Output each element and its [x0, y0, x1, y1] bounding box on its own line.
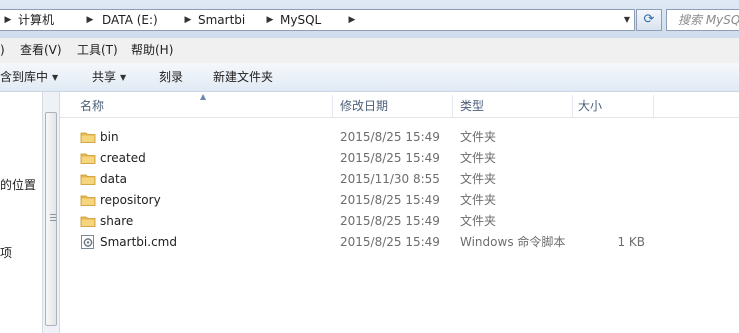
menu-item-view[interactable]: 查看(V) [20, 42, 62, 59]
grip-icon [50, 220, 56, 221]
address-history-dropdown-icon[interactable]: ▼ [620, 10, 634, 30]
refresh-icon: ⟳ [643, 12, 655, 27]
include-in-library-label: 含到库中 [0, 70, 49, 84]
file-row[interactable]: created 2015/8/25 15:49 文件夹 [60, 148, 739, 168]
nav-item-partial[interactable]: 项 [0, 245, 12, 261]
grip-icon [50, 217, 56, 218]
file-row[interactable]: repository 2015/8/25 15:49 文件夹 [60, 190, 739, 210]
address-bar[interactable]: ▶ 计算机 ▶ DATA (E:) ▶ Smartbi ▶ MySQL ▶ ▼ [0, 9, 635, 31]
file-type: Windows 命令脚本 [460, 235, 566, 249]
chevron-right-icon[interactable]: ▶ [86, 13, 94, 25]
file-size [580, 212, 645, 230]
share-label: 共享 [92, 70, 117, 84]
folder-icon [80, 132, 96, 143]
chevron-right-icon[interactable]: ▶ [348, 13, 356, 25]
burn-button[interactable]: 刻录 [159, 69, 183, 86]
column-divider[interactable] [332, 95, 333, 117]
refresh-button[interactable]: ⟳ [636, 9, 662, 31]
file-size [580, 191, 645, 209]
breadcrumb-smartbi[interactable]: Smartbi [198, 12, 245, 28]
menu-item-edit-partial[interactable]: ) [0, 42, 5, 59]
file-row[interactable]: bin 2015/8/25 15:49 文件夹 [60, 127, 739, 147]
chevron-right-icon[interactable]: ▶ [184, 13, 192, 25]
file-date: 2015/8/25 15:49 [340, 214, 440, 228]
file-size: 1 KB [617, 235, 645, 249]
nav-scrollbar-thumb[interactable] [45, 112, 57, 326]
file-type: 文件夹 [460, 130, 497, 144]
file-name: created [100, 151, 146, 165]
file-type: 文件夹 [460, 214, 497, 228]
file-row[interactable]: share 2015/8/25 15:49 文件夹 [60, 211, 739, 231]
file-date: 2015/8/25 15:49 [340, 151, 440, 165]
menu-item-tools[interactable]: 工具(T) [77, 42, 118, 59]
file-row[interactable]: data 2015/11/30 8:55 文件夹 [60, 169, 739, 189]
file-date: 2015/8/25 15:49 [340, 235, 440, 249]
column-header-size[interactable]: 大小 [578, 97, 602, 115]
file-date: 2015/8/25 15:49 [340, 130, 440, 144]
include-in-library-button[interactable]: 含到库中 ▼ [0, 69, 58, 86]
file-row[interactable]: Smartbi.cmd 2015/8/25 15:49 Windows 命令脚本… [60, 232, 739, 252]
search-box[interactable]: 搜索 MySQL [666, 9, 739, 31]
file-date: 2015/11/30 8:55 [340, 172, 440, 186]
file-name: data [100, 172, 128, 186]
column-header-date[interactable]: 修改日期 [340, 97, 388, 115]
chevron-down-icon: ▼ [120, 73, 127, 82]
breadcrumb-computer[interactable]: 计算机 [18, 12, 54, 28]
file-size [580, 170, 645, 188]
nav-item-locations[interactable]: 的位置 [0, 177, 36, 193]
breadcrumb-drive[interactable]: DATA (E:) [102, 12, 158, 28]
folder-icon [80, 174, 96, 185]
column-header-row: ▲ 名称 修改日期 类型 大小 [60, 92, 739, 118]
navigation-pane: 的位置 项 [0, 92, 42, 333]
file-name: bin [100, 130, 119, 144]
nav-scrollbar[interactable] [42, 92, 60, 333]
file-name: Smartbi.cmd [100, 235, 177, 249]
column-header-name[interactable]: 名称 [80, 97, 104, 115]
folder-icon [80, 153, 96, 164]
column-header-type[interactable]: 类型 [460, 97, 484, 115]
chevron-right-icon[interactable]: ▶ [266, 13, 274, 25]
breadcrumb-mysql[interactable]: MySQL [280, 12, 321, 28]
menu-item-help[interactable]: 帮助(H) [131, 42, 173, 59]
column-divider[interactable] [452, 95, 453, 117]
file-name: repository [100, 193, 161, 207]
cmd-file-icon [81, 235, 94, 249]
file-type: 文件夹 [460, 151, 497, 165]
new-folder-button[interactable]: 新建文件夹 [213, 69, 273, 86]
file-type: 文件夹 [460, 193, 497, 207]
folder-icon [80, 216, 96, 227]
column-divider[interactable] [653, 95, 654, 117]
folder-icon [80, 195, 96, 206]
file-type: 文件夹 [460, 172, 497, 186]
file-name: share [100, 214, 134, 228]
search-placeholder: 搜索 MySQL [678, 13, 739, 27]
file-size [580, 149, 645, 167]
file-size [580, 128, 645, 146]
menu-bar: ) 查看(V) 工具(T) 帮助(H) [0, 38, 739, 64]
grip-icon [50, 214, 56, 215]
column-divider[interactable] [572, 95, 573, 117]
file-date: 2015/8/25 15:49 [340, 193, 440, 207]
share-button[interactable]: 共享 ▼ [92, 69, 126, 86]
command-bar: 含到库中 ▼ 共享 ▼ 刻录 新建文件夹 [0, 63, 739, 92]
address-bar-row: ▶ 计算机 ▶ DATA (E:) ▶ Smartbi ▶ MySQL ▶ ▼ … [0, 0, 739, 38]
chevron-right-icon[interactable]: ▶ [4, 13, 12, 25]
sort-ascending-icon: ▲ [200, 92, 207, 101]
chevron-down-icon: ▼ [52, 73, 59, 82]
